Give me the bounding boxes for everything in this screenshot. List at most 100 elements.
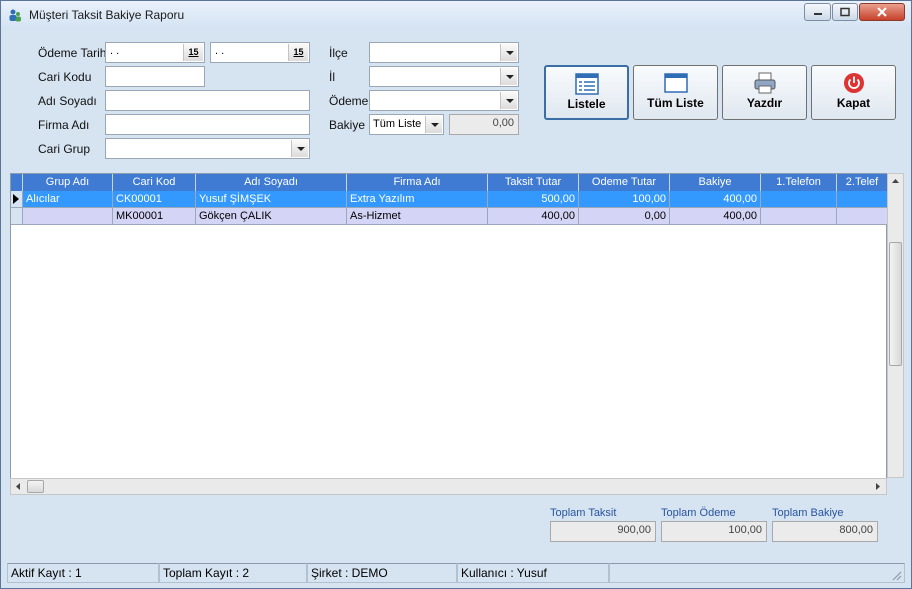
sirket-status: Şirket : DEMO [307,563,457,583]
data-grid[interactable]: Grup Adı Cari Kod Adı Soyadı Firma Adı T… [10,173,888,493]
col-odeme-tutar[interactable]: Odeme Tutar [579,174,670,191]
maximize-icon [840,7,850,17]
resize-grip-icon[interactable] [890,569,902,581]
cell-odeme-tutar[interactable]: 0,00 [579,208,670,225]
yazdir-label: Yazdır [746,96,783,110]
firma-adi-input[interactable] [105,114,310,135]
listele-label: Listele [567,97,606,111]
odeme-label: Ödeme [329,94,369,108]
adi-soyadi-label: Adı Soyadı [38,94,97,108]
kapat-label: Kapat [836,96,871,110]
cell-telefon2[interactable] [837,208,888,225]
bakiye-label: Bakiye [329,118,366,132]
power-icon [843,73,864,93]
toplam-taksit-value: 900,00 [550,521,656,542]
col-bakiye[interactable]: Bakiye [670,174,761,191]
vertical-scroll-thumb[interactable] [889,242,902,366]
il-select[interactable] [369,66,519,87]
col-telefon1[interactable]: 1.Telefon [761,174,837,191]
cell-taksit-tutar[interactable]: 500,00 [488,191,579,208]
cari-kodu-input[interactable] [105,66,205,87]
tum-liste-button[interactable]: Tüm Liste [633,65,718,120]
col-telefon2[interactable]: 2.Telef [837,174,888,191]
cell-bakiye[interactable]: 400,00 [670,191,761,208]
chevron-down-icon[interactable] [291,140,308,157]
col-grup-adi[interactable]: Grup Adı [23,174,113,191]
header-indicator [11,174,23,191]
maximize-button[interactable] [832,3,858,21]
cell-cari-kod[interactable]: MK00001 [113,208,196,225]
toplam-bakiye-value: 800,00 [772,521,878,542]
report-window: Müşteri Taksit Bakiye Raporu Ödeme Tarih… [0,0,912,589]
client-area: Ödeme Tarihi Cari Kodu Adı Soyadı Firma … [7,29,905,584]
window-title: Müşteri Taksit Bakiye Raporu [29,8,185,22]
vertical-scrollbar[interactable] [887,173,904,478]
cell-firma-adi[interactable]: As-Hizmet [347,208,488,225]
toplam-odeme-value: 100,00 [661,521,767,542]
cell-bakiye[interactable]: 400,00 [670,208,761,225]
close-icon [877,7,887,17]
cell-telefon1[interactable] [761,191,837,208]
toplam-odeme-label: Toplam Ödeme [661,507,736,519]
toplam-kayit-status: Toplam Kayıt : 2 [159,563,307,583]
status-bar: Aktif Kayıt : 1 Toplam Kayıt : 2 Şirket … [7,563,905,583]
scroll-right-icon[interactable] [872,479,884,494]
cari-grup-label: Cari Grup [38,142,91,156]
minimize-button[interactable] [804,3,831,21]
chevron-down-icon[interactable] [500,92,517,109]
window-icon [663,73,688,93]
adi-soyadi-input[interactable] [105,90,310,111]
row-indicator [11,191,23,208]
listele-button[interactable]: Listele [544,65,629,120]
col-adi-soyadi[interactable]: Adı Soyadı [196,174,347,191]
odeme-tarihi-label: Ödeme Tarihi [38,46,110,60]
calendar-icon[interactable]: 15 [183,44,203,61]
table-row[interactable]: Alıcılar CK00001 Yusuf ŞİMŞEK Extra Yazı… [11,191,888,208]
cell-adi-soyadi[interactable]: Yusuf ŞİMŞEK [196,191,347,208]
tum-liste-label: Tüm Liste [647,96,704,110]
current-row-icon [13,194,19,204]
cell-taksit-tutar[interactable]: 400,00 [488,208,579,225]
odeme-select[interactable] [369,90,519,111]
chevron-down-icon[interactable] [500,44,517,61]
toplam-bakiye-label: Toplam Bakiye [772,507,844,519]
yazdir-button[interactable]: Yazdır [722,65,807,120]
date-start-field[interactable]: . . 15 [105,42,205,63]
horizontal-scrollbar[interactable] [10,478,887,495]
cell-grup-adi[interactable]: Alıcılar [23,191,113,208]
cell-telefon1[interactable] [761,208,837,225]
table-row[interactable]: MK00001 Gökçen ÇALIK As-Hizmet 400,00 0,… [11,208,888,225]
bakiye-value-field[interactable]: 0,00 [449,114,519,135]
bakiye-select[interactable]: Tüm Liste [369,114,444,135]
cell-cari-kod[interactable]: CK00001 [113,191,196,208]
chevron-down-icon[interactable] [500,68,517,85]
horizontal-scroll-thumb[interactable] [27,480,44,493]
kullanici-status: Kullanıcı : Yusuf [457,563,609,583]
col-cari-kod[interactable]: Cari Kod [113,174,196,191]
row-indicator [11,208,23,225]
status-empty-panel [609,563,905,583]
cari-kodu-label: Cari Kodu [38,70,92,84]
kapat-button[interactable]: Kapat [811,65,896,120]
printer-icon [754,72,775,94]
toplam-taksit-label: Toplam Taksit [550,507,617,519]
chevron-down-icon[interactable] [425,116,442,133]
minimize-icon [813,13,822,15]
col-firma-adi[interactable]: Firma Adı [347,174,488,191]
date-end-field[interactable]: . . 15 [210,42,310,63]
col-taksit-tutar[interactable]: Taksit Tutar [488,174,579,191]
calendar-icon[interactable]: 15 [288,44,308,61]
cari-grup-select[interactable] [105,138,310,159]
grid-header: Grup Adı Cari Kod Adı Soyadı Firma Adı T… [11,174,888,191]
cell-odeme-tutar[interactable]: 100,00 [579,191,670,208]
ilce-select[interactable] [369,42,519,63]
il-label: İl [329,70,335,84]
cell-adi-soyadi[interactable]: Gökçen ÇALIK [196,208,347,225]
scroll-up-icon[interactable] [888,175,903,187]
close-button[interactable] [859,3,905,21]
aktif-kayit-status: Aktif Kayıt : 1 [7,563,159,583]
scroll-left-icon[interactable] [12,479,24,494]
cell-firma-adi[interactable]: Extra Yazılım [347,191,488,208]
cell-telefon2[interactable] [837,191,888,208]
cell-grup-adi[interactable] [23,208,113,225]
